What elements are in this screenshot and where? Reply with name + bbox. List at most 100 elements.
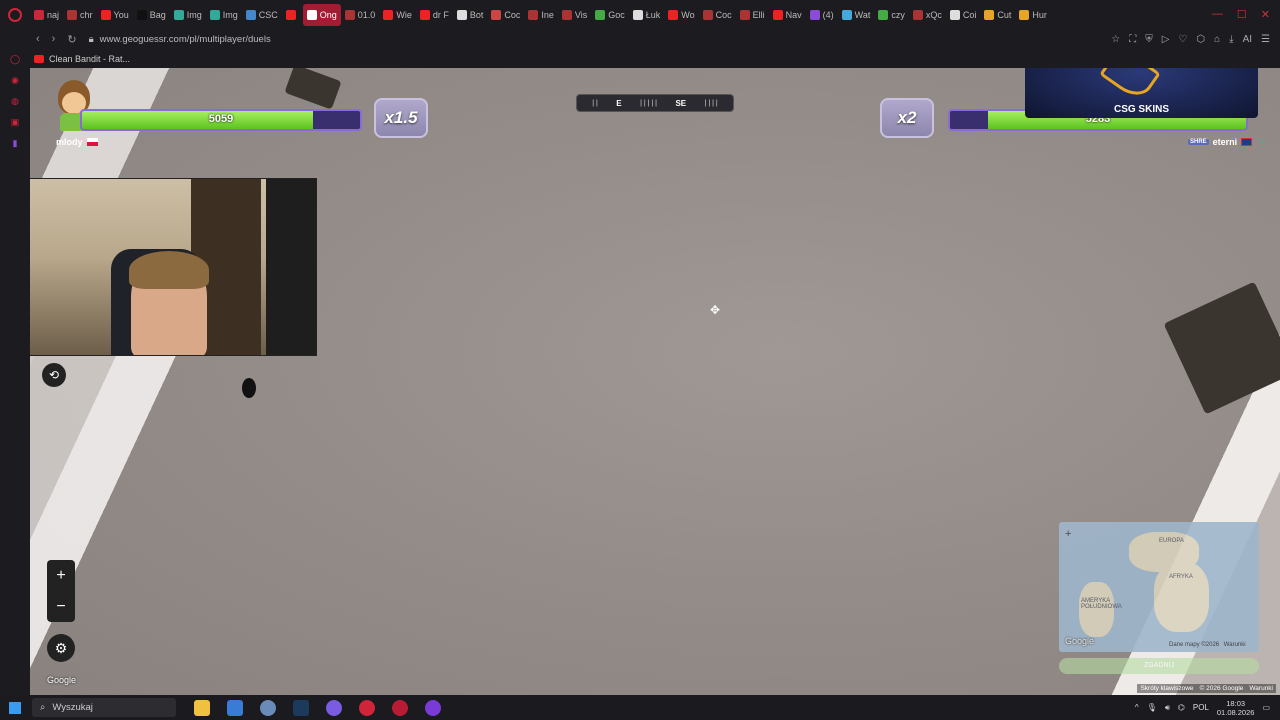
browser-tab[interactable]: Img bbox=[206, 0, 242, 29]
steam-icon[interactable] bbox=[293, 699, 309, 716]
player2-multiplier: x2 bbox=[880, 98, 934, 138]
browser-tab[interactable]: Coc bbox=[699, 0, 736, 29]
sidebar-twitch-icon[interactable]: ▮ bbox=[13, 138, 18, 149]
browser-tab[interactable]: Coc bbox=[487, 0, 524, 29]
extensions-icon[interactable]: ⬡ bbox=[1196, 34, 1205, 45]
app-icon[interactable] bbox=[425, 699, 441, 716]
browser-tab[interactable]: Goc bbox=[591, 0, 629, 29]
browser-tab[interactable]: Bot bbox=[453, 0, 488, 29]
browser-tab[interactable]: CSC bbox=[242, 0, 282, 29]
browser-tab[interactable]: 01.0 bbox=[341, 0, 380, 29]
tab-favicon-icon bbox=[100, 9, 111, 20]
csgo-skins-ad[interactable]: CSG SKINS bbox=[1025, 68, 1258, 118]
tab-label: 01.0 bbox=[357, 9, 376, 20]
streetview-panorama[interactable]: ✥ 5059 mlody x1.5 | | E | | | | | SE | | | |… bbox=[30, 68, 1280, 695]
opera-taskbar-icon[interactable] bbox=[359, 699, 375, 716]
heart-icon[interactable]: ♡ bbox=[1178, 34, 1187, 45]
clock[interactable]: 18:03 01.08.2026 bbox=[1217, 699, 1255, 717]
tab-label: Nav bbox=[785, 9, 802, 20]
minimize-icon[interactable]: — bbox=[1212, 8, 1223, 21]
wallet-icon[interactable]: ⌂ bbox=[1214, 34, 1220, 45]
bookmark-icon[interactable]: ☆ bbox=[1111, 34, 1120, 45]
tab-label: (4) bbox=[822, 9, 834, 20]
browser-tab[interactable]: (4) bbox=[806, 0, 838, 29]
close-icon[interactable]: ✕ bbox=[1261, 8, 1270, 21]
ai-icon[interactable]: AI bbox=[1243, 34, 1252, 45]
map-expand-icon[interactable]: + bbox=[1065, 528, 1071, 540]
browser-tab[interactable]: Vis bbox=[558, 0, 591, 29]
browser-tab[interactable]: Łuk bbox=[629, 0, 665, 29]
volume-icon[interactable]: 🔊︎ bbox=[1165, 703, 1170, 713]
network-icon[interactable]: ⌬ bbox=[1178, 703, 1185, 712]
tab-favicon-icon bbox=[344, 9, 355, 20]
opera-gx-icon[interactable] bbox=[392, 699, 408, 716]
steam-settings-icon[interactable] bbox=[260, 699, 276, 716]
sidebar-whatsapp-icon[interactable]: ◍ bbox=[11, 96, 19, 107]
browser-tab[interactable]: Cut bbox=[980, 0, 1015, 29]
browser-tab[interactable]: Bag bbox=[133, 0, 170, 29]
browser-tab[interactable]: xQc bbox=[909, 0, 946, 29]
sidebar-opera-icon[interactable]: ◯ bbox=[10, 54, 20, 65]
maximize-icon[interactable]: ☐ bbox=[1237, 8, 1247, 21]
tab-label: Hur bbox=[1032, 9, 1047, 20]
tab-label: Img bbox=[186, 9, 202, 20]
browser-tab[interactable] bbox=[282, 0, 303, 29]
player2-name: SHRE eterni bbox=[1188, 137, 1253, 147]
browser-tab[interactable]: naj bbox=[30, 0, 63, 29]
minimap-terms-link[interactable]: Warunki bbox=[1224, 642, 1246, 648]
tab-favicon-icon bbox=[456, 9, 467, 20]
menu-icon[interactable]: ☰ bbox=[1261, 34, 1270, 45]
forward-icon[interactable]: › bbox=[52, 33, 56, 46]
compass[interactable]: | | E | | | | | SE | | | | bbox=[576, 94, 734, 112]
zoom-in-button[interactable]: + bbox=[47, 560, 75, 591]
browser-tab[interactable]: dr F bbox=[416, 0, 453, 29]
browser-tab[interactable]: czy bbox=[874, 0, 909, 29]
knife-icon bbox=[1099, 68, 1161, 104]
file-explorer-icon[interactable] bbox=[194, 699, 210, 716]
tab-favicon-icon bbox=[34, 9, 44, 20]
browser-tab[interactable]: Wie bbox=[379, 0, 416, 29]
settings-gear-icon[interactable]: ⚙ bbox=[47, 634, 75, 662]
microphone-icon[interactable]: 🎙︎ bbox=[1147, 703, 1157, 712]
browser-tab[interactable]: Coi bbox=[946, 0, 981, 29]
tab-favicon-icon bbox=[285, 9, 296, 20]
browser-tab[interactable]: Ong bbox=[302, 3, 341, 26]
browser-tab[interactable]: Img bbox=[170, 0, 206, 29]
snapshot-icon[interactable]: ⛶ bbox=[1129, 34, 1136, 45]
download-icon[interactable]: ⤓ bbox=[1229, 34, 1233, 45]
play-icon[interactable]: ▷ bbox=[1162, 34, 1170, 45]
browser-tab[interactable]: Elli bbox=[736, 0, 769, 29]
tray-expand-icon[interactable]: ^ bbox=[1135, 703, 1139, 712]
tab-label: Coc bbox=[504, 9, 521, 20]
shield-icon[interactable]: ⛨ bbox=[1145, 34, 1153, 45]
guess-minimap[interactable]: + EUROPA AFRYKA AMERYKA POŁUDNIOWA Googl… bbox=[1059, 522, 1259, 652]
browser-tab[interactable]: chr bbox=[63, 0, 97, 29]
zoom-out-button[interactable]: − bbox=[47, 591, 75, 622]
reload-icon[interactable]: ↻ bbox=[67, 33, 76, 46]
back-icon[interactable]: ‹ bbox=[36, 33, 40, 46]
tab-label: Łuk bbox=[645, 9, 661, 20]
url-field[interactable]: www.geoguessr.com/pl/multiplayer/duels bbox=[100, 34, 271, 45]
return-to-start-button[interactable]: ⟲ bbox=[42, 363, 66, 387]
lock-icon: 🔒︎ bbox=[88, 33, 94, 45]
browser-tab[interactable]: Wat bbox=[838, 0, 875, 29]
map-label: EUROPA bbox=[1159, 538, 1184, 544]
vscode-icon[interactable] bbox=[227, 699, 243, 716]
sidebar-instagram-icon[interactable]: ▣ bbox=[11, 117, 20, 128]
sidebar-messenger-icon[interactable]: ◉ bbox=[11, 75, 19, 86]
browser-tab[interactable]: Ine bbox=[524, 0, 558, 29]
search-icon: ⌕ bbox=[40, 702, 46, 713]
language-indicator[interactable]: POL bbox=[1193, 703, 1209, 712]
opera-logo-icon[interactable] bbox=[0, 0, 30, 29]
browser-tab[interactable]: Nav bbox=[769, 0, 806, 29]
taskbar-search[interactable]: ⌕ Wyszukaj bbox=[32, 698, 176, 717]
tab-label: Wie bbox=[396, 9, 412, 20]
browser-tab[interactable]: Wo bbox=[664, 0, 698, 29]
browser-tab[interactable]: Hur bbox=[1015, 0, 1051, 29]
bookmark-item[interactable]: Clean Bandit - Rat... bbox=[49, 54, 130, 64]
notifications-icon[interactable]: ▭ bbox=[1262, 703, 1270, 712]
start-button[interactable] bbox=[0, 701, 30, 714]
guess-button[interactable]: ZGADNIJ bbox=[1059, 658, 1259, 674]
discord-icon[interactable] bbox=[326, 699, 342, 716]
browser-tab[interactable]: You bbox=[97, 0, 133, 29]
